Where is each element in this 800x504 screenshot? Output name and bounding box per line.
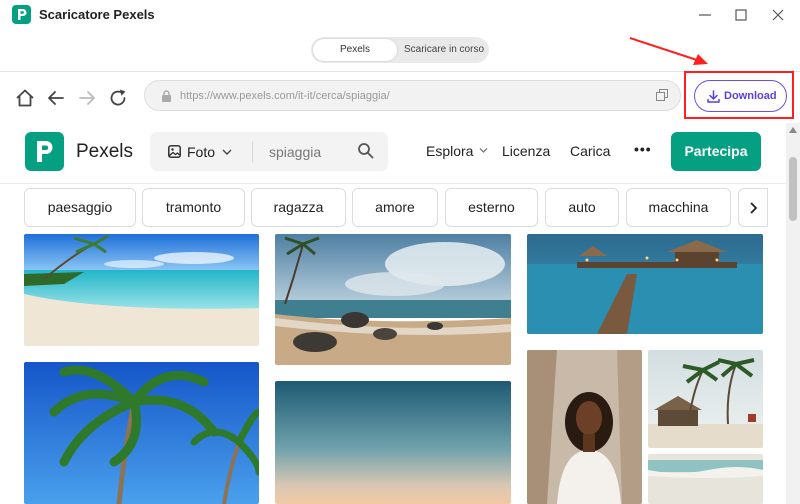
nav-upload[interactable]: Carica: [570, 143, 610, 159]
minimize-button[interactable]: [695, 5, 715, 25]
chips-next-button[interactable]: [738, 188, 768, 227]
photo-gradient-sky[interactable]: [275, 381, 511, 504]
more-menu-icon[interactable]: •••: [634, 141, 652, 157]
chip-ragazza[interactable]: ragazza: [251, 188, 346, 227]
pexels-logo-icon[interactable]: [25, 132, 64, 171]
back-arrow-icon[interactable]: [45, 87, 67, 109]
image-icon: [168, 145, 181, 158]
download-icon: [707, 90, 720, 103]
maximize-button[interactable]: [731, 5, 751, 25]
search-input[interactable]: spiaggia: [269, 144, 321, 160]
url-text[interactable]: https://www.pexels.com/it-it/cerca/spiag…: [180, 90, 390, 102]
annotation-arrow-icon: [629, 37, 708, 65]
scroll-thumb[interactable]: [789, 157, 797, 221]
chip-paesaggio[interactable]: paesaggio: [24, 188, 136, 227]
chevron-down-icon: [479, 148, 488, 153]
search-icon[interactable]: [357, 142, 374, 159]
nav-license[interactable]: Licenza: [502, 143, 550, 159]
title-bar: Scaricatore Pexels: [0, 0, 800, 30]
search-type-label: Foto: [187, 144, 216, 160]
nav-explore[interactable]: Esplora: [426, 143, 473, 159]
copy-icon[interactable]: [656, 89, 668, 101]
scroll-up-arrow-icon[interactable]: [789, 127, 797, 133]
chevron-down-icon: [222, 149, 232, 155]
app-title: Scaricatore Pexels: [39, 7, 155, 22]
search-bar[interactable]: Foto spiaggia: [150, 132, 388, 171]
photo-pier-dusk[interactable]: [527, 234, 763, 334]
reload-icon[interactable]: [107, 87, 129, 109]
photo-palm-huts[interactable]: [648, 350, 763, 448]
join-button[interactable]: Partecipa: [671, 132, 761, 171]
chip-macchina[interactable]: macchina: [626, 188, 731, 227]
rocky-shore-image: [275, 234, 511, 365]
photo-woman-portrait[interactable]: [527, 350, 642, 504]
scrollbar[interactable]: [786, 123, 800, 504]
forward-arrow-icon[interactable]: [76, 87, 98, 109]
photo-tropical-beach[interactable]: [24, 234, 259, 346]
header-divider: [0, 183, 786, 184]
close-button[interactable]: [768, 5, 788, 25]
url-bar[interactable]: https://www.pexels.com/it-it/cerca/spiag…: [144, 80, 681, 111]
download-button[interactable]: Download: [694, 80, 787, 112]
tab-pexels[interactable]: Pexels: [313, 39, 397, 61]
photo-palm-trees[interactable]: [24, 362, 259, 504]
chip-tramonto[interactable]: tramonto: [142, 188, 245, 227]
search-divider: [252, 141, 253, 163]
app-logo-icon: [12, 5, 31, 24]
download-label: Download: [724, 90, 777, 102]
lock-icon: [162, 90, 171, 102]
tab-switcher: Pexels Scaricare in corso: [311, 37, 489, 63]
waves-image: [648, 454, 763, 504]
tropical-beach-image: [24, 234, 259, 346]
chevron-right-icon: [750, 202, 758, 214]
chip-auto[interactable]: auto: [545, 188, 619, 227]
photo-waves[interactable]: [648, 454, 763, 504]
pexels-brand[interactable]: Pexels: [76, 141, 133, 163]
photo-rocky-shore[interactable]: [275, 234, 511, 365]
home-icon[interactable]: [14, 87, 36, 109]
chip-esterno[interactable]: esterno: [445, 188, 538, 227]
palm-trees-image: [24, 362, 259, 504]
palm-huts-image: [648, 350, 763, 448]
chip-amore[interactable]: amore: [352, 188, 438, 227]
pier-dusk-image: [527, 234, 763, 334]
woman-portrait-image: [527, 350, 642, 504]
tab-downloading[interactable]: Scaricare in corso: [401, 39, 487, 61]
web-page: Pexels Foto spiaggia Esplora Licenza Car…: [0, 123, 786, 504]
gradient-sky-image: [275, 381, 511, 504]
